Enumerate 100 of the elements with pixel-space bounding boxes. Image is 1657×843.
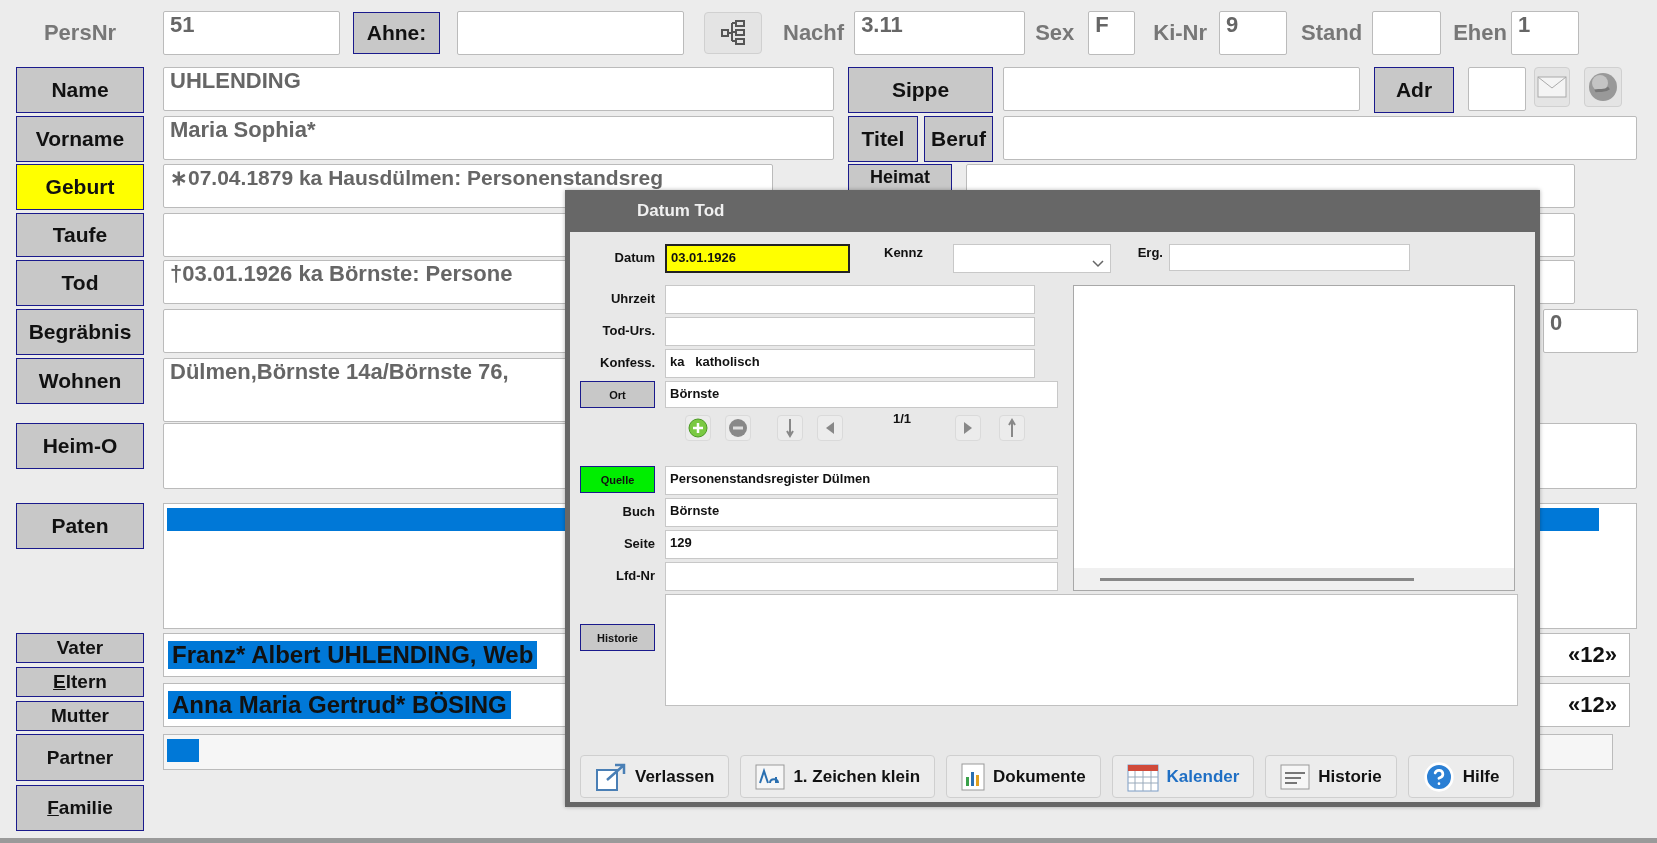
calendar-icon (1126, 761, 1159, 792)
globe-icon (1587, 71, 1619, 103)
child-count: «12» (1568, 692, 1617, 718)
field-label: Datum (613, 249, 655, 265)
up-arrow-icon (1007, 418, 1018, 438)
text-field[interactable] (1468, 67, 1526, 111)
field-button[interactable]: Name (16, 67, 144, 113)
field-label: Seite (622, 535, 655, 551)
text-field[interactable] (665, 562, 1058, 591)
field-label: Sex (1035, 20, 1075, 46)
field-button[interactable]: Geburt (16, 164, 144, 210)
mail-button[interactable] (1534, 67, 1570, 107)
text-field[interactable]: 0 (1543, 309, 1638, 353)
field-label: Ki-Nr (1153, 20, 1208, 46)
date-field[interactable]: 03.01.1926 (665, 244, 850, 273)
toolbar-button[interactable]: Verlassen (580, 755, 730, 798)
toolbar-button[interactable]: Dokumente (946, 755, 1101, 798)
child-count: «12» (1568, 642, 1617, 668)
job-button[interactable]: Beruf (924, 116, 993, 162)
field-label: Konfess. (599, 354, 655, 370)
field-button[interactable]: Heim-O (16, 423, 144, 469)
text-field[interactable]: ka katholisch (665, 349, 1035, 378)
field-label: PersNr (42, 20, 118, 46)
paten-button[interactable]: Paten (16, 503, 144, 549)
left-button[interactable] (817, 415, 843, 441)
title-button[interactable]: Titel (848, 116, 918, 162)
parent-name: Franz* Albert UHLENDING, Web (168, 641, 538, 669)
text-field[interactable] (1003, 116, 1637, 160)
field-button[interactable]: Wohnen (16, 358, 144, 404)
field-label: Buch (621, 503, 655, 519)
history-text-area[interactable] (665, 594, 1518, 706)
up-button[interactable] (999, 415, 1026, 441)
text-field[interactable]: Maria Sophia* (163, 116, 834, 160)
field-label: Uhrzeit (609, 290, 655, 306)
partner-button[interactable]: Partner (16, 734, 144, 781)
kennz-dropdown[interactable] (953, 244, 1111, 273)
history-button[interactable]: Historie (580, 624, 655, 651)
father-button[interactable]: Vater (16, 633, 144, 663)
exit-arrow-icon (595, 761, 627, 792)
plus-button[interactable] (685, 415, 711, 441)
text-field[interactable] (457, 11, 684, 55)
globe-button[interactable] (1584, 67, 1622, 107)
text-case-icon (755, 763, 786, 790)
field-label: Nachf (783, 20, 845, 46)
text-field[interactable]: Börnste (665, 498, 1058, 527)
toolbar-button[interactable]: Kalender (1111, 755, 1255, 798)
field-label: Lfd-Nr (615, 567, 655, 583)
field-button[interactable]: Taufe (16, 213, 144, 257)
down-button[interactable] (777, 415, 803, 441)
field-label: Ehen (1453, 20, 1507, 46)
toolbar-button[interactable]: Hilfe (1407, 755, 1515, 798)
text-field[interactable]: 51 (163, 11, 340, 55)
toolbar-button[interactable]: Historie (1265, 755, 1397, 798)
minus-button[interactable] (725, 415, 751, 441)
text-field[interactable]: 3.11 (854, 11, 1026, 55)
text-field[interactable]: Börnste (665, 381, 1058, 408)
field-label: Erg. (1136, 244, 1163, 260)
text-page-icon (1280, 763, 1311, 790)
ahne-button[interactable]: Ahne: (353, 12, 440, 54)
tree-button[interactable] (704, 12, 762, 54)
sippe-button[interactable]: Sippe (848, 67, 993, 113)
right-triangle-icon (963, 421, 974, 435)
text-field[interactable] (1003, 67, 1360, 111)
field-label: Stand (1301, 20, 1363, 46)
source-button[interactable]: Quelle (580, 466, 655, 493)
field-label: Tod-Urs. (601, 322, 655, 338)
text-field[interactable] (665, 317, 1035, 346)
plus-icon (688, 418, 708, 438)
text-field[interactable] (1169, 244, 1410, 271)
field-button[interactable]: Tod (16, 260, 144, 306)
right-button[interactable] (955, 415, 982, 441)
help-icon (1422, 760, 1455, 793)
horizontal-scrollbar[interactable] (1074, 568, 1514, 590)
field-button[interactable]: Vorname (16, 116, 144, 162)
left-triangle-icon (825, 421, 835, 435)
mail-icon (1537, 76, 1567, 98)
text-field[interactable]: 1 (1511, 11, 1579, 55)
parent-name: Anna Maria Gertrud* BÖSING (168, 691, 511, 719)
address-button[interactable]: Adr (1374, 67, 1454, 113)
minus-icon (728, 418, 748, 438)
text-field[interactable]: F (1088, 11, 1136, 55)
field-label: Kennz (883, 244, 923, 260)
text-field[interactable] (1372, 11, 1442, 55)
text-field[interactable]: 129 (665, 530, 1058, 559)
chevron-down-icon (1092, 260, 1104, 268)
place-button[interactable]: Ort (580, 381, 655, 408)
text-field[interactable]: UHLENDING (163, 67, 834, 111)
hierarchy-icon (720, 19, 746, 47)
down-arrow-icon (785, 418, 795, 438)
selected-row (167, 739, 199, 762)
toolbar-button[interactable]: 1. Zeichen klein (740, 755, 935, 798)
text-field[interactable] (665, 285, 1035, 314)
field-button[interactable]: Begräbnis (16, 309, 144, 355)
document-chart-icon (961, 762, 985, 791)
record-counter: 1/1 (893, 411, 912, 426)
family-button[interactable]: Familie (16, 785, 144, 831)
parents-button[interactable]: Eltern (16, 667, 144, 697)
text-field[interactable]: 9 (1219, 11, 1288, 55)
mother-button[interactable]: Mutter (16, 701, 144, 731)
text-field[interactable]: Personenstandsregister Dülmen (665, 466, 1058, 495)
